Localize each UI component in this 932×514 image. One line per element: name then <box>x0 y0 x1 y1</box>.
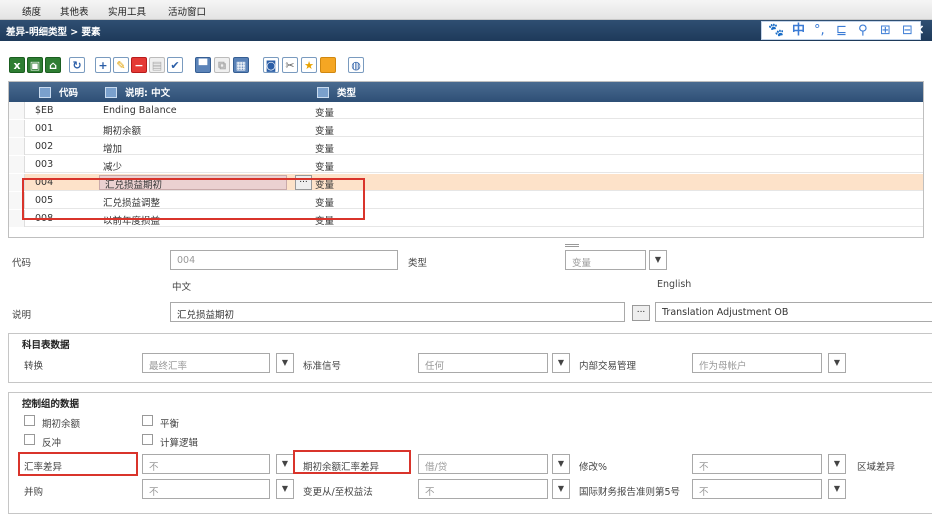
language-english-label: English <box>657 279 692 290</box>
grid-header: 代码 说明: 中文 类型 <box>9 82 923 102</box>
save-icon[interactable]: ▣ <box>27 57 43 73</box>
region-difference-label: 区域差异 <box>857 462 896 473</box>
language-chinese-label: 中文 <box>172 282 192 293</box>
menu-item-utilities[interactable]: 实用工具 <box>108 4 146 18</box>
equity-change-select[interactable]: 不 <box>418 479 548 499</box>
calc-logic-checkbox[interactable] <box>142 434 153 445</box>
camera-icon <box>317 87 329 98</box>
reverse-checkbox[interactable] <box>24 434 35 445</box>
section-title-control-data: 控制组的数据 <box>22 399 80 410</box>
window-title-bar: 差异-明细类型 > 要素 🐾 中 °, ⊑ ⚲ ⊞ ⊟ × <box>0 20 932 41</box>
grid-icon[interactable]: ⊞ <box>880 23 891 39</box>
description-label: 说明 <box>12 310 32 321</box>
convert-chevron-down-icon[interactable]: ▼ <box>276 353 294 373</box>
menu-item-dimension[interactable]: 绩度 <box>22 4 41 18</box>
excel-export-icon[interactable]: x <box>9 57 25 73</box>
description-english-field[interactable]: Translation Adjustment OB <box>655 302 932 322</box>
convert-label: 转换 <box>24 361 44 372</box>
standard-sign-chevron-down-icon[interactable]: ▼ <box>552 353 570 373</box>
opening-fx-chevron-down-icon[interactable]: ▼ <box>552 454 570 474</box>
intercompany-label: 内部交易管理 <box>579 361 637 372</box>
toolbar: x ▣ ⌂ ↻ + ✎ − ▤ ✔ ▀ ⧉ ▦ ◙ ✂ ★ ◍ <box>0 41 932 81</box>
menu-item-active-windows[interactable]: 活动窗口 <box>168 4 206 18</box>
table-row[interactable]: 001 期初余额 变量 <box>9 120 923 137</box>
type-dropdown-chevron-down-icon[interactable]: ▼ <box>649 250 667 270</box>
favorite-star-icon[interactable]: ★ <box>301 57 317 73</box>
highlight-box-ob-fx <box>293 450 411 474</box>
check-icon[interactable]: ✔ <box>167 57 183 73</box>
tools-icon[interactable]: ✂ <box>282 57 298 73</box>
table-row[interactable]: 003 减少 变量 <box>9 156 923 173</box>
punctuation-icon[interactable]: °, <box>814 23 825 39</box>
print-icon[interactable]: ▀ <box>195 57 211 73</box>
camera-icon <box>105 87 117 98</box>
highlight-box-fx <box>18 452 138 476</box>
standard-sign-select[interactable]: 任何 <box>418 353 548 373</box>
opening-balance-label: 期初余额 <box>42 419 81 430</box>
balance-label: 平衡 <box>160 419 180 430</box>
description-chinese-field[interactable]: 汇兑损益期初 <box>170 302 625 322</box>
equity-change-label: 变更从/至权益法 <box>303 487 373 498</box>
copy-icon[interactable]: ⧉ <box>214 57 230 73</box>
edit-pencil-icon[interactable]: ✎ <box>113 57 129 73</box>
window-icon[interactable]: ▦ <box>233 57 249 73</box>
merge-chevron-down-icon[interactable]: ▼ <box>276 479 294 499</box>
ime-chinese-icon[interactable]: 中 <box>792 23 805 39</box>
type-select[interactable]: 变量 <box>565 250 646 270</box>
column-header-code[interactable]: 代码 <box>39 85 78 99</box>
merge-select[interactable]: 不 <box>142 479 270 499</box>
balance-checkbox[interactable] <box>142 415 153 426</box>
close-window-button[interactable]: × <box>909 21 929 39</box>
zoom-icon[interactable]: ◙ <box>263 57 279 73</box>
home-icon[interactable]: ⌂ <box>45 57 61 73</box>
type-label: 类型 <box>408 258 428 269</box>
description-lookup-button[interactable]: ... <box>632 305 650 321</box>
keyboard-icon[interactable]: ⊑ <box>836 23 847 39</box>
modify-percent-label: 修改% <box>579 462 608 473</box>
highlight-box-rows <box>22 178 365 220</box>
reverse-label: 反冲 <box>42 438 62 449</box>
user-icon[interactable]: ⚲ <box>858 23 868 39</box>
column-header-description[interactable]: 说明: 中文 <box>105 85 170 99</box>
code-label: 代码 <box>12 258 32 269</box>
splitter-handle[interactable] <box>565 244 579 247</box>
opening-fx-difference-select[interactable]: 借/贷 <box>418 454 548 474</box>
camera-icon <box>39 87 51 98</box>
convert-select[interactable]: 最终汇率 <box>142 353 270 373</box>
calc-logic-label: 计算逻辑 <box>160 438 199 449</box>
modify-percent-chevron-down-icon[interactable]: ▼ <box>828 454 846 474</box>
equity-change-chevron-down-icon[interactable]: ▼ <box>552 479 570 499</box>
menu-item-other-tables[interactable]: 其他表 <box>60 4 89 18</box>
disk-icon[interactable]: ▤ <box>149 57 165 73</box>
paw-icon[interactable]: 🐾 <box>768 23 784 39</box>
intercompany-chevron-down-icon[interactable]: ▼ <box>828 353 846 373</box>
add-icon[interactable]: + <box>95 57 111 73</box>
intercompany-select[interactable]: 作为母帐户 <box>692 353 822 373</box>
modify-percent-select[interactable]: 不 <box>692 454 822 474</box>
breadcrumb: 差异-明细类型 > 要素 <box>6 27 101 38</box>
refresh-icon[interactable]: ↻ <box>69 57 85 73</box>
ime-toolbar: 🐾 中 °, ⊑ ⚲ ⊞ ⊟ <box>761 21 921 40</box>
delete-icon[interactable]: − <box>131 57 147 73</box>
ifrs5-label: 国际财务报告准则第5号 <box>579 487 681 498</box>
folder-icon[interactable] <box>320 57 336 73</box>
section-title-chart-data: 科目表数据 <box>22 340 70 351</box>
table-row[interactable]: 002 增加 变量 <box>9 138 923 155</box>
opening-balance-checkbox[interactable] <box>24 415 35 426</box>
menu-bar: 绩度 其他表 实用工具 活动窗口 <box>0 0 932 20</box>
fx-difference-chevron-down-icon[interactable]: ▼ <box>276 454 294 474</box>
column-header-type[interactable]: 类型 <box>317 85 356 99</box>
table-row[interactable]: $EB Ending Balance 变量 <box>9 102 923 119</box>
merge-label: 并购 <box>24 487 44 498</box>
ifrs5-chevron-down-icon[interactable]: ▼ <box>828 479 846 499</box>
ifrs5-select[interactable]: 不 <box>692 479 822 499</box>
standard-sign-label: 标准信号 <box>303 361 342 372</box>
fingerprint-icon[interactable]: ◍ <box>348 57 364 73</box>
code-field[interactable]: 004 <box>170 250 398 270</box>
fx-difference-select[interactable]: 不 <box>142 454 270 474</box>
